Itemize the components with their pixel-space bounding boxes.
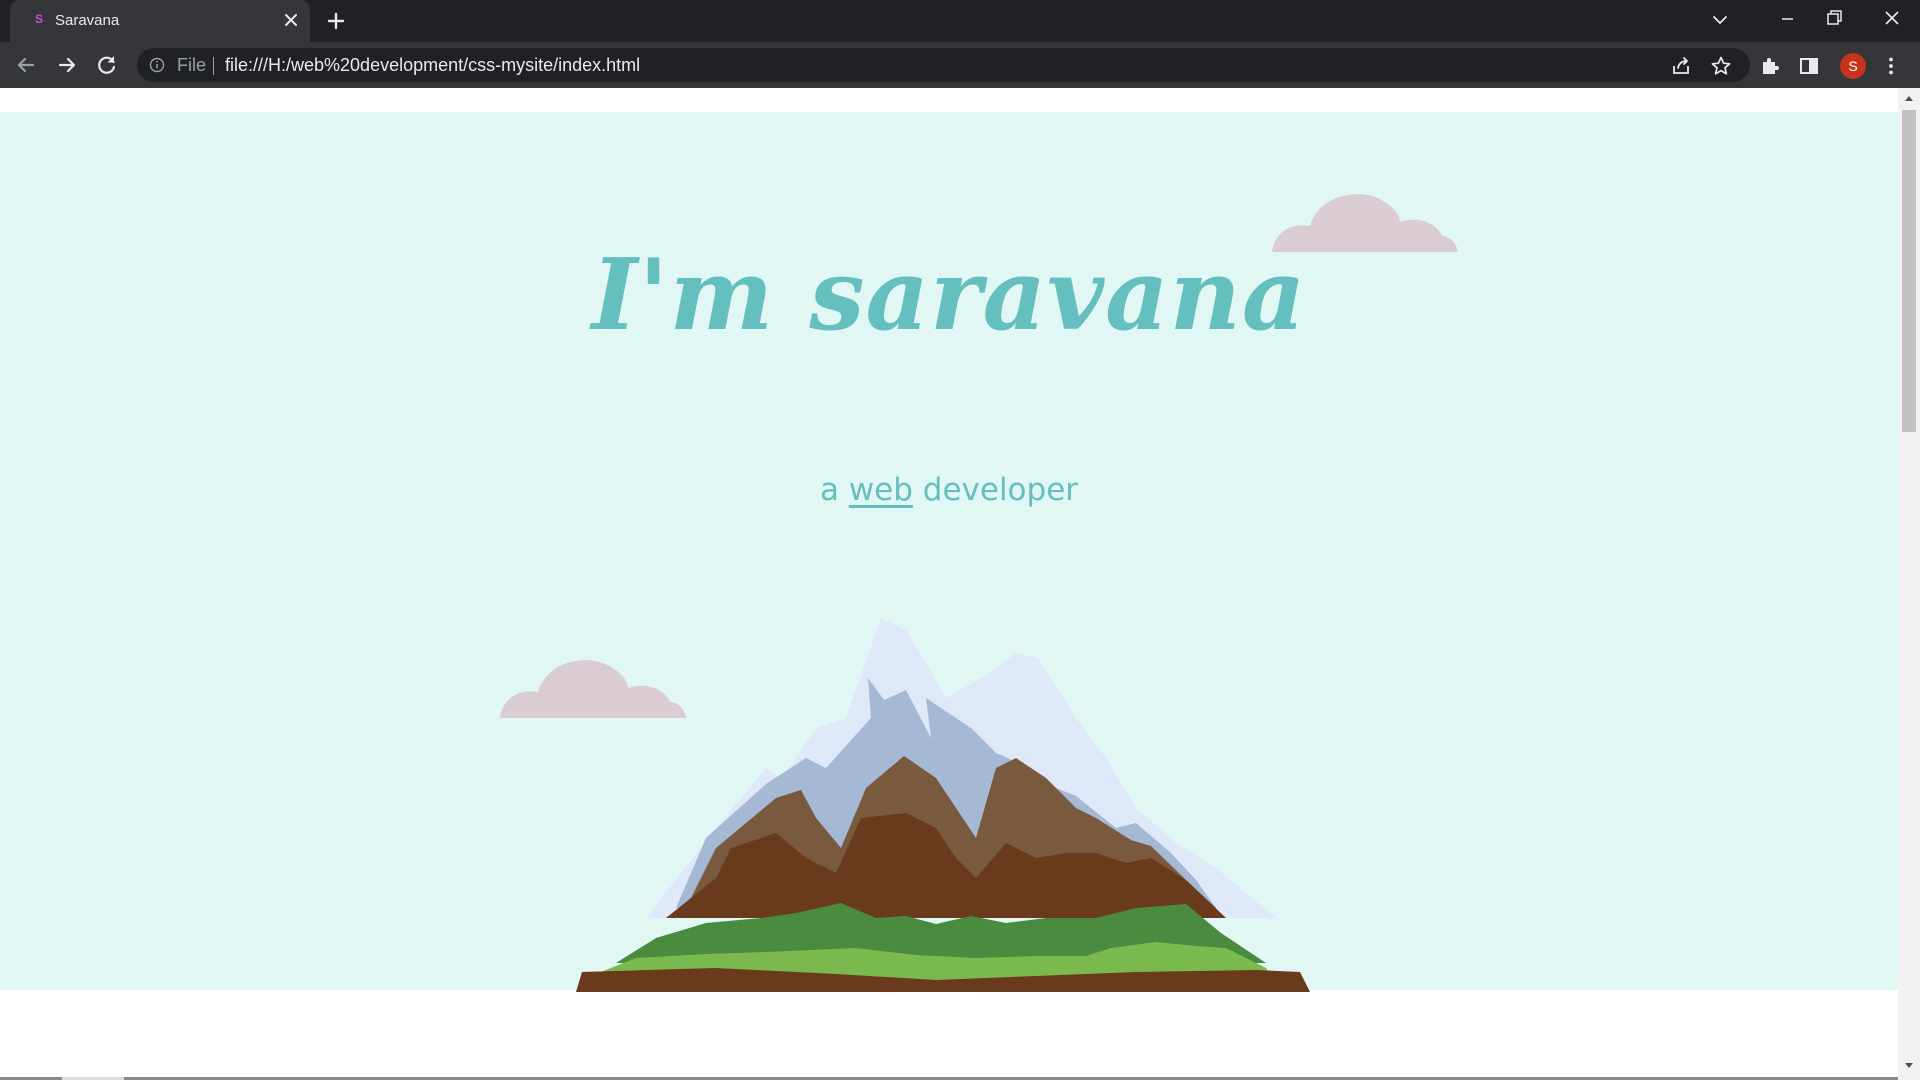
web-link[interactable]: web [849, 472, 913, 508]
site-chip-label[interactable]: File [177, 55, 206, 76]
forward-arrow-icon[interactable] [53, 51, 81, 79]
side-panel-icon[interactable] [1798, 55, 1820, 77]
scroll-up-arrow-icon[interactable] [1904, 94, 1914, 102]
new-tab-plus-icon[interactable] [324, 9, 348, 33]
hero-section: I'm saravana a web developer [0, 112, 1898, 992]
tab-title: Saravana [55, 12, 120, 29]
kebab-menu-icon[interactable] [1880, 55, 1902, 77]
share-icon[interactable] [1670, 55, 1692, 77]
saravana-favicon-icon: S [34, 12, 43, 26]
url-text[interactable]: file:///H:/web%20development/css-mysite/… [225, 55, 640, 76]
tab-close-icon[interactable] [282, 11, 300, 29]
subtitle-suffix: developer [912, 472, 1079, 508]
minimize-icon[interactable] [1762, 0, 1812, 40]
tab-search-chevron-icon[interactable] [1708, 8, 1732, 32]
restore-icon[interactable] [1808, 0, 1858, 40]
scroll-down-arrow-icon[interactable] [1904, 1062, 1914, 1070]
browser-toolbar: File file:///H:/web%20development/css-my… [0, 42, 1920, 88]
page-viewport: I'm saravana a web developer [0, 88, 1898, 1080]
hero-title: I'm saravana [591, 238, 1307, 353]
site-info-icon[interactable] [149, 57, 165, 73]
scroll-thumb[interactable] [1902, 110, 1916, 432]
chip-divider [213, 57, 214, 75]
star-icon[interactable] [1710, 55, 1732, 77]
reload-icon[interactable] [93, 51, 121, 79]
mountain-illustration [576, 618, 1310, 992]
back-arrow-icon[interactable] [12, 51, 40, 79]
vertical-scrollbar[interactable] [1898, 88, 1920, 1080]
tab-strip: S Saravana [0, 0, 1920, 42]
profile-avatar[interactable]: S [1840, 53, 1866, 79]
extensions-puzzle-icon[interactable] [1760, 55, 1782, 77]
hero-subtitle: a web developer [0, 472, 1898, 508]
browser-tab[interactable]: S Saravana [10, 0, 310, 42]
subtitle-prefix: a [819, 472, 849, 508]
close-window-icon[interactable] [1866, 0, 1916, 40]
address-bar[interactable]: File file:///H:/web%20development/css-my… [137, 48, 1750, 82]
